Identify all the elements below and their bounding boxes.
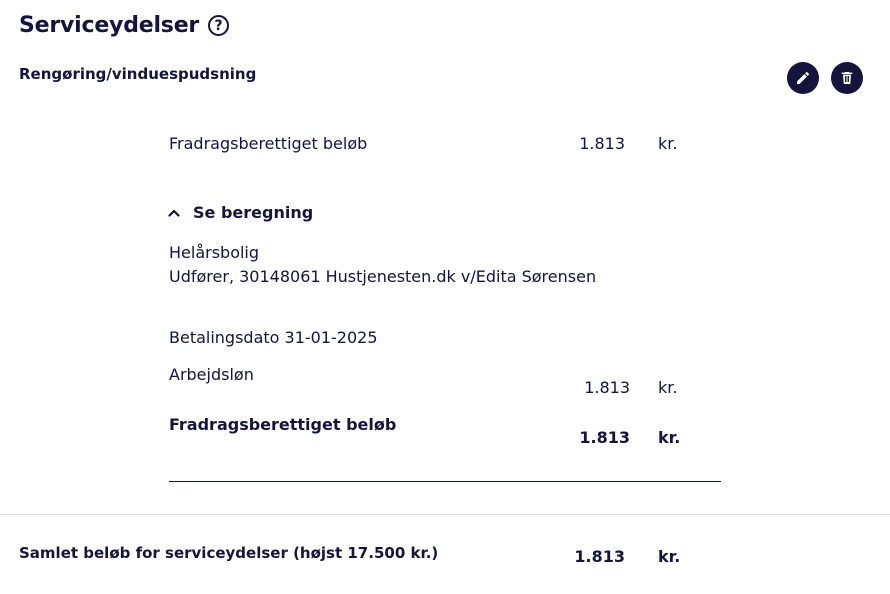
- calculation-separator: [169, 481, 721, 482]
- section-heading: Rengøring/vinduespudsning: [19, 65, 257, 83]
- deductible-summary-amount: 1.813: [579, 134, 625, 153]
- deductible-currency: kr.: [658, 428, 681, 447]
- pencil-icon: [797, 71, 810, 84]
- deductible-label: Fradragsberettiget beløb: [169, 415, 397, 434]
- wages-amount: 1.813: [584, 378, 630, 397]
- wages-label: Arbejdsløn: [169, 365, 254, 384]
- title-row: Serviceydelser ?: [19, 13, 230, 38]
- deductible-amount: 1.813: [579, 428, 630, 447]
- chevron-up-icon: [168, 209, 180, 217]
- performer-info: Udfører, 30148061 Hustjenesten.dk v/Edit…: [169, 267, 597, 286]
- help-icon[interactable]: ?: [208, 15, 230, 36]
- edit-button[interactable]: [787, 62, 819, 94]
- trash-icon: [841, 72, 853, 84]
- total-currency: kr.: [658, 547, 681, 566]
- total-label: Samlet beløb for serviceydelser (højst 1…: [19, 544, 439, 562]
- see-calculation-toggle[interactable]: Se beregning: [166, 203, 313, 222]
- wages-currency: kr.: [658, 378, 678, 397]
- payment-date: Betalingsdato 31-01-2025: [169, 328, 378, 347]
- service-deductions-page: Serviceydelser ? Rengøring/vinduespudsni…: [0, 0, 890, 594]
- see-calculation-label: Se beregning: [193, 203, 314, 222]
- deductible-summary-label: Fradragsberettiget beløb: [169, 134, 368, 153]
- property-type: Helårsbolig: [169, 243, 260, 262]
- deductible-summary-currency: kr.: [658, 134, 678, 153]
- total-amount: 1.813: [574, 547, 625, 566]
- page-title: Serviceydelser: [19, 13, 200, 38]
- section-divider: [0, 514, 890, 515]
- delete-button[interactable]: [831, 62, 863, 94]
